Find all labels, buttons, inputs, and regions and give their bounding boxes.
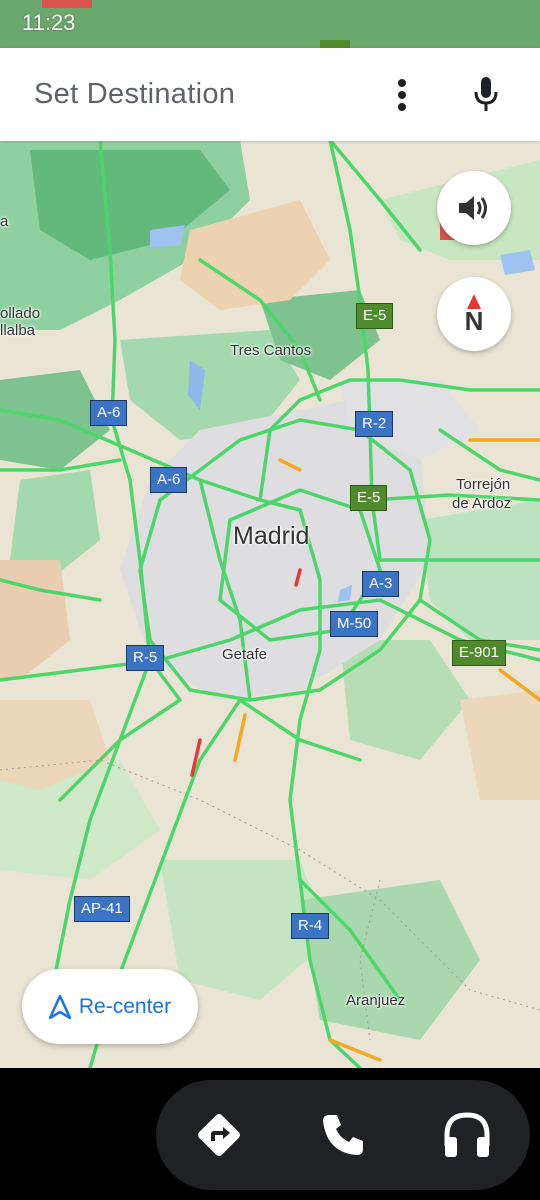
sound-toggle-button[interactable] bbox=[437, 171, 511, 245]
place-label-torrejon-2: de Ardoz bbox=[452, 495, 512, 512]
road-shield-a6: A-6 bbox=[90, 400, 128, 426]
road-shield-r4: R-4 bbox=[291, 913, 330, 939]
destination-input-placeholder[interactable]: Set Destination bbox=[34, 78, 235, 111]
phone-app-button[interactable] bbox=[308, 1100, 378, 1170]
road-shield-e901: E-901 bbox=[452, 640, 507, 666]
road-shield-e5: E-5 bbox=[356, 303, 394, 329]
recenter-button[interactable]: Re-center bbox=[22, 969, 198, 1044]
headphones-icon bbox=[444, 1112, 490, 1157]
road-shield-e5: E-5 bbox=[350, 485, 388, 511]
navigation-icon bbox=[198, 1114, 240, 1156]
road-shield-ap41: AP-41 bbox=[74, 896, 130, 922]
voice-search-button[interactable] bbox=[466, 70, 506, 120]
compass-north-label: N bbox=[464, 306, 484, 336]
navigation-arrow-icon bbox=[48, 994, 71, 1019]
road-shield-m50: M-50 bbox=[330, 611, 379, 637]
place-label-collado-2: llalba bbox=[0, 322, 36, 339]
place-label-getafe: Getafe bbox=[222, 646, 268, 663]
place-label-collado-1: ollado bbox=[0, 305, 41, 322]
place-label-tres-cantos: Tres Cantos bbox=[230, 342, 312, 359]
place-label-aranjuez: Aranjuez bbox=[346, 992, 406, 1009]
road-shield-a3: A-3 bbox=[362, 571, 400, 597]
place-label-edge: a bbox=[0, 213, 9, 230]
search-bar[interactable]: Set Destination bbox=[0, 48, 540, 141]
recenter-label: Re-center bbox=[78, 994, 172, 1018]
road-shield-r5: R-5 bbox=[126, 645, 165, 671]
status-time: 11:23 bbox=[22, 10, 76, 35]
compass-button[interactable]: N bbox=[437, 277, 511, 351]
phone-icon bbox=[323, 1115, 363, 1155]
audio-app-button[interactable] bbox=[432, 1100, 502, 1170]
place-label-torrejon-1: Torrejón bbox=[456, 476, 511, 493]
navigation-app-button[interactable] bbox=[184, 1100, 254, 1170]
volume-icon bbox=[459, 196, 487, 220]
road-shield-a6: A-6 bbox=[150, 467, 188, 493]
microphone-icon bbox=[474, 77, 498, 111]
bottom-dock bbox=[156, 1080, 530, 1190]
more-vert-icon bbox=[398, 79, 406, 111]
status-bar: 11:23 bbox=[0, 0, 540, 48]
road-shield-r2: R-2 bbox=[355, 411, 394, 437]
more-options-button[interactable] bbox=[386, 70, 418, 120]
map-view[interactable]: a ollado llalba Tres Cantos Madrid Getaf… bbox=[0, 0, 540, 1068]
place-label-madrid: Madrid bbox=[233, 522, 310, 550]
